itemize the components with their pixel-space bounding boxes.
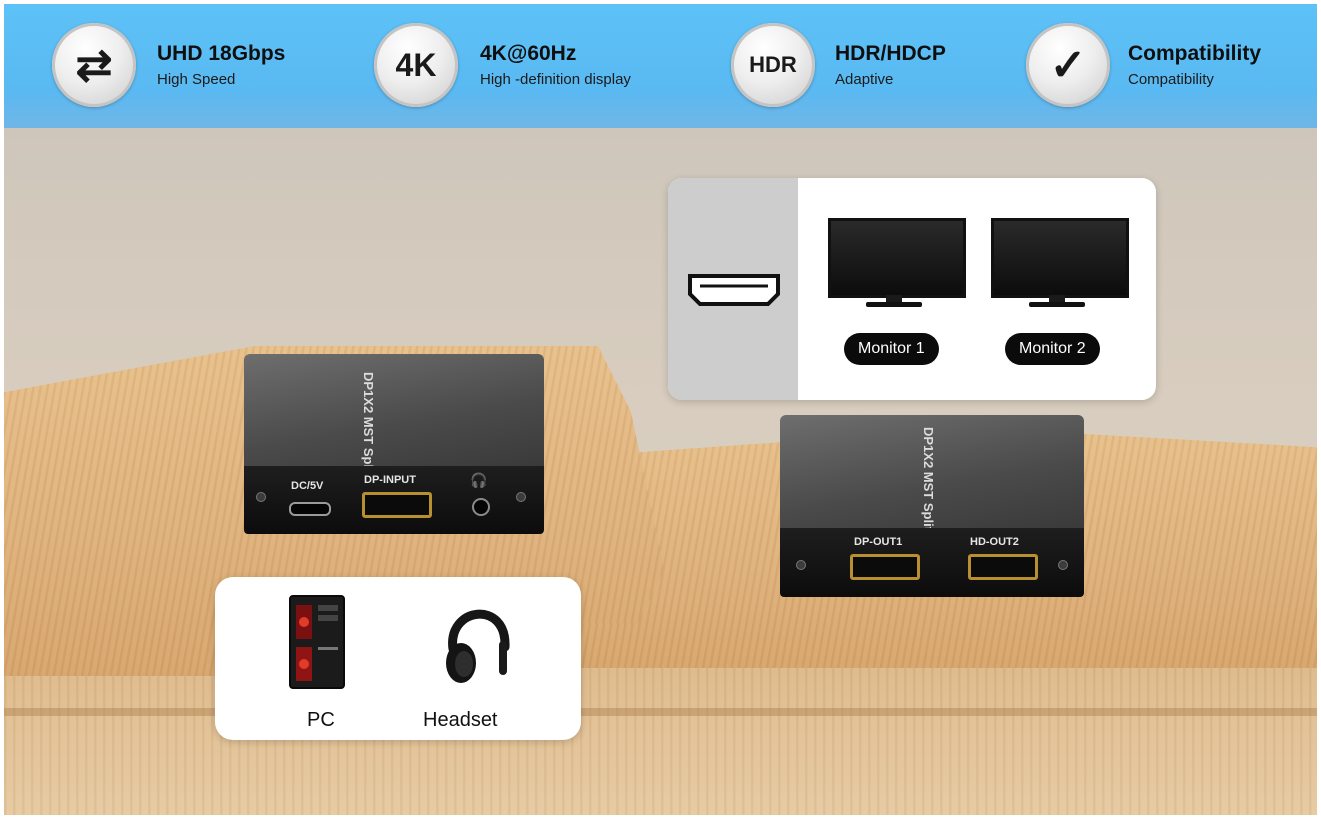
checkmark-icon: ✓ bbox=[1026, 23, 1110, 107]
displayport-port-icon bbox=[850, 553, 920, 580]
two-way-arrows-icon: ⇄ bbox=[52, 23, 136, 107]
feature-title: Compatibility bbox=[1128, 42, 1262, 65]
pc-label: PC bbox=[307, 709, 335, 731]
product-scene: DP1X2 MST Splitter DC/5V DP-INPUT 🎧 DP1X… bbox=[4, 128, 1317, 815]
hd-out2-label: HD-OUT2 bbox=[970, 535, 1019, 548]
product-image: ⇄ UHD 18Gbps High Speed 4K 4K@60Hz High … bbox=[4, 4, 1317, 815]
monitor-1-icon bbox=[828, 218, 966, 308]
feature-subtitle: High -definition display bbox=[480, 71, 631, 88]
dp-out1-label: DP-OUT1 bbox=[854, 535, 903, 548]
feature-subtitle: Compatibility bbox=[1128, 71, 1214, 88]
dp-input-label: DP-INPUT bbox=[364, 473, 416, 486]
output-monitors-card: Monitor 1 Monitor 2 bbox=[668, 178, 1156, 400]
hdmi-port-icon bbox=[688, 274, 780, 306]
device-front-panel: DP-OUT1 HD-OUT2 bbox=[780, 527, 1084, 597]
connector-panel bbox=[668, 178, 798, 400]
audio-jack-icon bbox=[472, 497, 490, 516]
usb-c-port-icon bbox=[289, 501, 331, 516]
hdmi-port-icon bbox=[968, 553, 1038, 580]
feature-title: 4K@60Hz bbox=[480, 42, 577, 65]
input-sources-card: PC Headset bbox=[215, 577, 581, 740]
feature-subtitle: Adaptive bbox=[835, 71, 894, 88]
headset-label: Headset bbox=[423, 709, 498, 731]
splitter-input-side: DP1X2 MST Splitter DC/5V DP-INPUT 🎧 bbox=[244, 354, 544, 534]
4k-badge-icon: 4K bbox=[374, 23, 458, 107]
feature-title: HDR/HDCP bbox=[835, 42, 946, 65]
headphone-icon: 🎧 bbox=[470, 471, 488, 488]
floor-edge bbox=[4, 708, 1317, 716]
screw-icon bbox=[516, 491, 526, 502]
screw-icon bbox=[1058, 559, 1068, 570]
dc-5v-label: DC/5V bbox=[291, 479, 324, 492]
monitor-1-label: Monitor 1 bbox=[844, 333, 939, 365]
hdr-badge-icon: HDR bbox=[731, 23, 815, 107]
screw-icon bbox=[796, 559, 806, 570]
device-top bbox=[244, 354, 544, 469]
headset-icon bbox=[446, 609, 510, 683]
monitor-2-label: Monitor 2 bbox=[1005, 333, 1100, 365]
monitor-2-icon bbox=[991, 218, 1129, 308]
device-front-panel: DC/5V DP-INPUT 🎧 bbox=[244, 465, 544, 534]
feature-subtitle: High Speed bbox=[157, 71, 236, 88]
displayport-port-icon bbox=[362, 491, 432, 518]
feature-banner: ⇄ UHD 18Gbps High Speed 4K 4K@60Hz High … bbox=[4, 4, 1317, 128]
wood-floor bbox=[4, 658, 1317, 815]
feature-title: UHD 18Gbps bbox=[157, 42, 286, 65]
splitter-output-side: DP1X2 MST Splitter DP-OUT1 HD-OUT2 bbox=[780, 415, 1084, 597]
pc-tower-icon bbox=[289, 595, 345, 689]
screw-icon bbox=[256, 491, 266, 502]
